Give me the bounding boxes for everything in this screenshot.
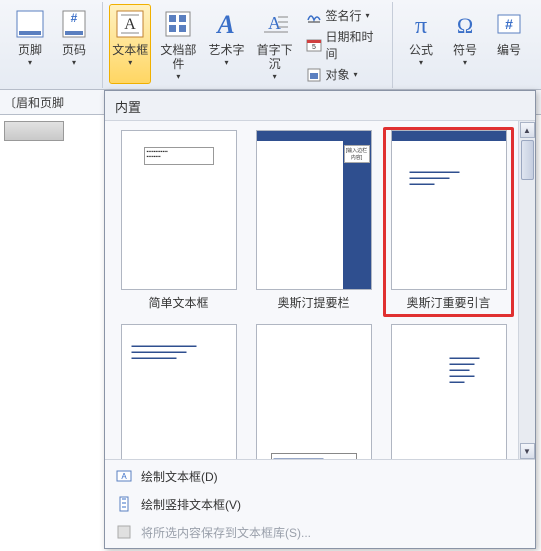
number-label: 编号 [497,43,521,57]
textbox-icon: A [113,7,147,41]
context-tab-label: 〔眉和页脚 [4,94,64,111]
footer-button[interactable]: 页脚 ▾ [8,4,52,84]
docparts-button[interactable]: 文档部件 ▾ [151,4,205,84]
svg-text:A: A [216,10,235,39]
wordart-label: 艺术字 [208,43,244,57]
draw-vertical-textbox-icon [115,495,133,513]
chevron-down-icon: ▾ [463,58,467,67]
svg-text:π: π [415,13,427,39]
chevron-down-icon: ▾ [28,58,32,67]
chevron-down-icon: ▾ [419,58,423,67]
page-number-button[interactable]: # 页码 ▾ [52,4,96,84]
wordart-icon: A [209,7,243,41]
object-button[interactable]: 对象 ▾ [304,65,384,84]
gallery-thumb: [输入边栏内容] [256,130,372,290]
scroll-down-button[interactable]: ▼ [520,443,535,459]
docparts-label: 文档部件 [154,43,202,71]
footer-label: 页脚 [18,43,42,57]
chevron-down-icon: ▾ [128,58,132,67]
datetime-icon: 5 [306,37,322,53]
draw-vertical-textbox-label: 绘制竖排文本框(V) [141,496,241,513]
page-number-icon: # [57,7,91,41]
draw-textbox-icon: A [115,467,133,485]
scroll-thumb[interactable] [521,140,534,180]
gallery-caption: 奥斯汀重要引言 [406,294,490,311]
gallery-item-austin-sidebar[interactable]: [输入边栏内容] 奥斯汀提要栏 [248,127,379,317]
gallery-caption: 简单文本框 [148,294,208,311]
sidebar-placeholder: [输入边栏内容] [344,145,370,163]
gallery-footer-menu: A 绘制文本框(D) 绘制竖排文本框(V) 将所选内容保存到文本框库(S)... [105,459,535,548]
ribbon: 页脚 ▾ # 页码 ▾ A 文本框 ▾ 文档部件 ▾ [0,0,541,90]
draw-textbox-menuitem[interactable]: A 绘制文本框(D) [113,464,527,488]
ribbon-group-header-footer: 页脚 ▾ # 页码 ▾ [2,2,103,88]
text-group-side: 签名行 ▾ 5 日期和时间 对象 ▾ [302,4,386,86]
chevron-down-icon: ▾ [176,72,180,81]
chevron-down-icon: ▾ [273,72,277,81]
datetime-button[interactable]: 5 日期和时间 [304,27,384,63]
ribbon-group-text: A 文本框 ▾ 文档部件 ▾ A 艺术字 ▾ A 首字下沉 ▾ [103,2,393,88]
svg-text:#: # [71,11,78,25]
gallery-caption: 奥斯汀提要栏 [277,294,349,311]
signature-line-label: 签名行 [326,7,362,24]
equation-label: 公式 [409,43,433,57]
gallery-thumb: ▬▬▬▬▬▬▬▬▬▬▬▬▬▬▬▬▬ [256,324,372,459]
footer-icon [13,7,47,41]
equation-icon: π [404,7,438,41]
draw-textbox-label: 绘制文本框(D) [141,468,218,485]
object-icon [306,67,322,83]
datetime-label: 日期和时间 [326,28,382,62]
svg-text:5: 5 [312,44,316,51]
symbol-icon: Ω [448,7,482,41]
symbol-button[interactable]: Ω 符号 ▾ [443,4,487,84]
gallery-item-border-quote[interactable]: ▬▬▬▬▬▬▬▬▬▬▬▬▬▬▬▬▬ 边线型引述 [248,321,379,459]
equation-button[interactable]: π 公式 ▾ [399,4,443,84]
gallery-thumb: ▬▬▬▬▬▬▬▬▬▬▬▬▬▬▬▬▬▬▬▬▬▬▬▬▬▬▬▬▬▬▬▬▬ [121,324,237,459]
chevron-down-icon: ▾ [366,11,370,20]
svg-text:Ω: Ω [457,13,473,38]
signature-icon [306,8,322,24]
dropcap-label: 首字下沉 [251,43,299,71]
draw-vertical-textbox-menuitem[interactable]: 绘制竖排文本框(V) [113,492,527,516]
gallery-grid: ▪▪▪▪▪▪▪▪▪▪▪▪▪▪▪▪▪▪▪▪ 简单文本框 [输入边栏内容] 奥斯汀提… [105,121,518,459]
object-label: 对象 [326,66,350,83]
dropcap-icon: A [258,7,292,41]
number-button[interactable]: # 编号 [487,4,531,84]
save-selection-label: 将所选内容保存到文本框库(S)... [141,524,311,541]
textbox-label: 文本框 [112,43,148,57]
svg-text:A: A [124,16,136,33]
svg-text:A: A [268,13,281,33]
symbol-label: 符号 [453,43,477,57]
gallery-thumb: ▪▪▪▪▪▪▪▪▪▪▪▪▪▪▪▪▪▪▪▪ [121,130,237,290]
textbox-button[interactable]: A 文本框 ▾ [109,4,151,84]
signature-line-button[interactable]: 签名行 ▾ [304,6,384,25]
ribbon-group-symbols: π 公式 ▾ Ω 符号 ▾ # 编号 [393,2,537,88]
dropcap-button[interactable]: A 首字下沉 ▾ [248,4,302,84]
wordart-button[interactable]: A 艺术字 ▾ [205,4,247,84]
textbox-gallery-dropdown: 内置 ▪▪▪▪▪▪▪▪▪▪▪▪▪▪▪▪▪▪▪▪ 简单文本框 [输入边栏内容] 奥… [104,90,536,549]
document-area [0,115,95,147]
document-fragment [4,121,64,141]
docparts-icon [161,7,195,41]
number-icon: # [492,7,526,41]
gallery-item-border-sidebar[interactable]: ▬▬▬▬▬▬▬▬▬▬▬▬▬▬▬▬▬▬▬▬▬▬▬▬▬▬▬▬▬▬▬▬▬ 边线型提要栏 [113,321,244,459]
save-selection-menuitem: 将所选内容保存到文本框库(S)... [113,520,527,544]
svg-text:#: # [505,16,513,32]
svg-text:A: A [121,472,127,481]
gallery-thumb: ▬▬▬▬▬▬▬▬▬▬▬▬▬▬▬▬▬▬▬▬▬▬▬ [391,324,507,459]
save-selection-icon [115,523,133,541]
chevron-down-icon: ▾ [354,70,358,79]
gallery-item-traditional-sidebar[interactable]: ▬▬▬▬▬▬▬▬▬▬▬▬▬▬▬▬▬▬▬▬▬▬▬ 传统型提要栏 [383,321,514,459]
page-number-label: 页码 [62,43,86,57]
gallery-thumb: ▬▬▬▬▬▬▬▬▬▬▬▬▬▬▬▬▬▬▬▬▬▬▬ [391,130,507,290]
gallery-scrollbar[interactable]: ▲ ▼ [518,121,535,459]
chevron-down-icon: ▾ [72,58,76,67]
gallery-section-header: 内置 [105,91,535,121]
gallery-item-simple-textbox[interactable]: ▪▪▪▪▪▪▪▪▪▪▪▪▪▪▪▪▪▪▪▪ 简单文本框 [113,127,244,317]
gallery-wrap: ▪▪▪▪▪▪▪▪▪▪▪▪▪▪▪▪▪▪▪▪ 简单文本框 [输入边栏内容] 奥斯汀提… [105,121,535,459]
chevron-down-icon: ▾ [224,58,228,67]
scroll-up-button[interactable]: ▲ [520,122,535,138]
gallery-item-austin-quote[interactable]: ▬▬▬▬▬▬▬▬▬▬▬▬▬▬▬▬▬▬▬▬▬▬▬ 奥斯汀重要引言 [383,127,514,317]
